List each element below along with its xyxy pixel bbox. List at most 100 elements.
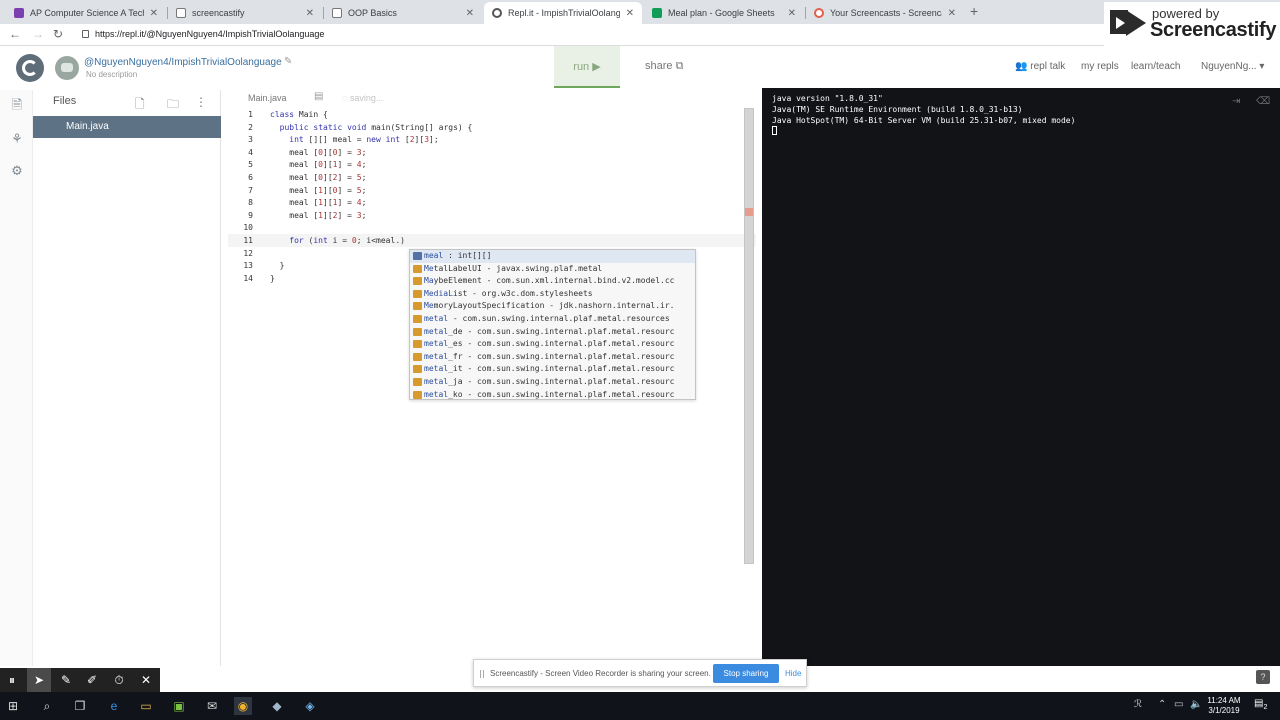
- stop-sharing-button[interactable]: Stop sharing: [713, 664, 779, 683]
- share-button[interactable]: share ⧉: [645, 60, 683, 73]
- avatar[interactable]: [55, 56, 79, 80]
- file-explorer-icon[interactable]: ▭: [137, 697, 155, 715]
- autocomplete-item[interactable]: metal_it - com.sun.swing.internal.plaf.m…: [410, 363, 695, 376]
- expand-icon[interactable]: ⇥: [1232, 96, 1240, 107]
- console-pane[interactable]: java version "1.8.0_31" Java(TM) SE Runt…: [762, 88, 1280, 666]
- close-icon[interactable]: ✕: [466, 8, 474, 19]
- more-options-icon[interactable]: ⋮: [195, 95, 207, 109]
- people-icon[interactable]: ℛ: [1134, 699, 1142, 710]
- browser-tab[interactable]: Your Screencasts - Screencastify ✕: [806, 2, 964, 24]
- console-cursor: [772, 126, 777, 135]
- gear-icon[interactable]: ⚙: [10, 164, 24, 178]
- code-line[interactable]: 11 for (int i = 0; i<meal.): [228, 234, 756, 247]
- autocomplete-item[interactable]: metal_es - com.sun.swing.internal.plaf.m…: [410, 338, 695, 351]
- new-folder-icon[interactable]: 🗀: [167, 95, 179, 116]
- replit-favicon-icon: [492, 8, 502, 18]
- repl-description[interactable]: No description: [86, 70, 137, 79]
- browser-tab[interactable]: AP Computer Science A Technol ✕: [6, 2, 166, 24]
- drag-handle-icon[interactable]: [480, 670, 484, 678]
- learn-teach-link[interactable]: learn/teach: [1131, 61, 1180, 72]
- close-icon[interactable]: ✕: [150, 8, 158, 19]
- browser-tab-strip: AP Computer Science A Technol ✕ screenca…: [0, 0, 1280, 24]
- task-view-icon[interactable]: ❐: [71, 697, 89, 715]
- editor-settings-icon[interactable]: ▤: [314, 91, 323, 102]
- code-line[interactable]: 6 meal [0][2] = 5;: [228, 171, 756, 184]
- forward-arrow-icon[interactable]: →: [32, 27, 44, 41]
- address-bar: ← → ↻ https://repl.it/@NguyenNguyen4/Imp…: [0, 24, 1280, 46]
- notification-icon[interactable]: ▤2: [1254, 698, 1267, 711]
- autocomplete-item[interactable]: metal_ja - com.sun.swing.internal.plaf.m…: [410, 376, 695, 389]
- pen-icon[interactable]: ✎: [54, 668, 78, 692]
- code-line[interactable]: 7 meal [1][0] = 5;: [228, 184, 756, 197]
- back-arrow-icon[interactable]: ←: [9, 27, 21, 41]
- search-icon[interactable]: ⌕: [38, 697, 56, 715]
- reload-icon[interactable]: ↻: [53, 27, 63, 41]
- my-repls-link[interactable]: my repls: [1081, 61, 1119, 72]
- user-menu[interactable]: NguyenNg... ▾: [1201, 61, 1264, 72]
- help-icon[interactable]: ?: [1256, 670, 1270, 684]
- mail-icon[interactable]: ✉: [203, 697, 221, 715]
- autocomplete-item[interactable]: metal - com.sun.swing.internal.plaf.meta…: [410, 313, 695, 326]
- autocomplete-item[interactable]: MetalLabelUI - javax.swing.plaf.metal: [410, 263, 695, 276]
- new-file-icon[interactable]: 🗋: [135, 95, 145, 116]
- autocomplete-item[interactable]: metal_fr - com.sun.swing.internal.plaf.m…: [410, 351, 695, 364]
- system-clock[interactable]: 11:24 AM 3/1/2019: [1200, 696, 1248, 716]
- close-icon[interactable]: ✕: [626, 8, 634, 19]
- close-icon[interactable]: ✕: [134, 668, 158, 692]
- run-button[interactable]: run ▶: [554, 46, 620, 88]
- edge-icon[interactable]: e: [105, 697, 123, 715]
- code-line[interactable]: 5 meal [0][1] = 4;: [228, 158, 756, 171]
- replit-logo-icon[interactable]: [16, 54, 44, 82]
- clear-console-icon[interactable]: ⌫: [1256, 96, 1270, 107]
- packages-icon[interactable]: ⚘: [10, 132, 24, 146]
- repl-talk-link[interactable]: 👥 repl talk: [1015, 61, 1065, 72]
- code-line[interactable]: 2 public static void main(String[] args)…: [228, 121, 756, 134]
- autocomplete-item[interactable]: MediaList - org.w3c.dom.stylesheets: [410, 288, 695, 301]
- code-line[interactable]: 9 meal [1][2] = 3;: [228, 209, 756, 222]
- eraser-icon[interactable]: ✐: [80, 668, 104, 692]
- autocomplete-item[interactable]: meal : int[][]: [410, 250, 695, 263]
- code-line[interactable]: 3 int [][] meal = new int [2][3];: [228, 133, 756, 146]
- cursor-icon[interactable]: ➤: [27, 668, 51, 692]
- app-icon[interactable]: ◆: [268, 697, 286, 715]
- screencastify-logo-icon: [1110, 10, 1146, 36]
- close-icon[interactable]: ✕: [948, 8, 956, 19]
- autocomplete-item[interactable]: MemoryLayoutSpecification - jdk.nashorn.…: [410, 300, 695, 313]
- close-icon[interactable]: ✕: [306, 8, 314, 19]
- pencil-icon[interactable]: ✎: [284, 56, 292, 67]
- page-favicon-icon: [176, 8, 186, 18]
- timer-icon[interactable]: ⏱: [107, 668, 131, 692]
- page-favicon-icon: [332, 8, 342, 18]
- repl-title[interactable]: @NguyenNguyen4/ImpishTrivialOolanguage: [84, 57, 282, 68]
- code-line[interactable]: 1 class Main {: [228, 108, 756, 121]
- network-icon[interactable]: ▭: [1174, 699, 1183, 710]
- files-icon[interactable]: 🗎: [10, 98, 24, 112]
- browser-tab[interactable]: Meal plan - Google Sheets ✕: [644, 2, 804, 24]
- pause-icon[interactable]: ⏸: [0, 668, 24, 692]
- code-line[interactable]: 4 meal [0][0] = 3;: [228, 146, 756, 159]
- autocomplete-popup[interactable]: meal : int[][] MetalLabelUI - javax.swing…: [409, 249, 696, 400]
- code-text: for (int i = 0; i<meal.): [289, 236, 405, 245]
- editor-scrollbar[interactable]: [744, 108, 754, 564]
- chrome-icon[interactable]: ◉: [234, 697, 252, 715]
- code-line[interactable]: 10: [228, 221, 756, 234]
- close-icon[interactable]: ✕: [788, 8, 796, 19]
- file-item-main-java[interactable]: Main.java: [33, 116, 221, 138]
- taskbar: ⊞ ⌕ ❐ e ▭ ▣ ✉ ◉ ◆ ◈ ℛ ⌃ ▭ 🔈 11:24 AM 3/1…: [0, 692, 1280, 720]
- browser-tab[interactable]: OOP Basics ✕: [324, 2, 482, 24]
- autocomplete-item[interactable]: metal_de - com.sun.swing.internal.plaf.m…: [410, 326, 695, 339]
- class-icon: [413, 390, 422, 399]
- chevron-up-icon[interactable]: ⌃: [1158, 699, 1166, 710]
- browser-tab-active[interactable]: Repl.it - ImpishTrivialOolanguage ✕: [484, 2, 642, 24]
- code-line[interactable]: 8 meal [1][1] = 4;: [228, 196, 756, 209]
- browser-tab[interactable]: screencastify ✕: [168, 2, 322, 24]
- hide-button[interactable]: Hide: [785, 664, 805, 683]
- tab-main-java[interactable]: Main.java: [248, 93, 287, 103]
- autocomplete-item[interactable]: metal_ko - com.sun.swing.internal.plaf.m…: [410, 389, 695, 399]
- url-input[interactable]: https://repl.it/@NguyenNguyen4/ImpishTri…: [95, 29, 324, 39]
- store-icon[interactable]: ▣: [170, 697, 188, 715]
- new-tab-icon[interactable]: +: [970, 3, 978, 19]
- autocomplete-item[interactable]: MaybeElement - com.sun.xml.internal.bind…: [410, 275, 695, 288]
- windows-start-icon[interactable]: ⊞: [4, 697, 22, 715]
- app-icon[interactable]: ◈: [301, 697, 319, 715]
